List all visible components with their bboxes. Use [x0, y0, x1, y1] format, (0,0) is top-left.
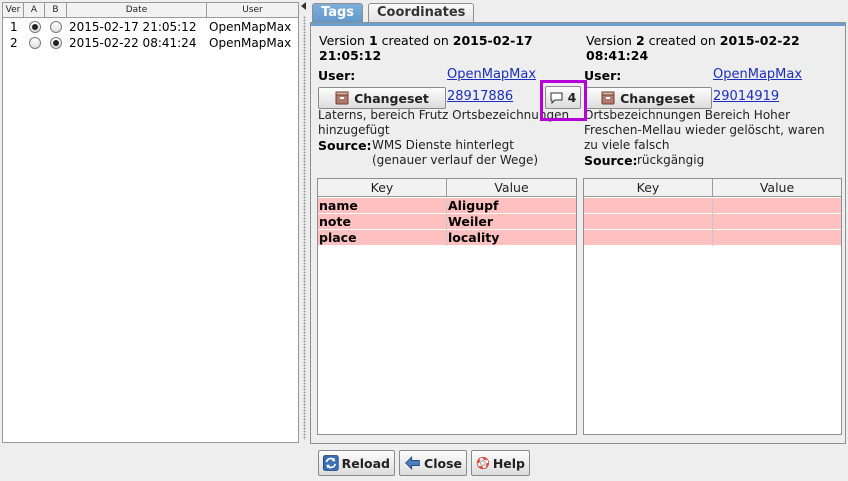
comments-button-highlight [540, 80, 587, 121]
left-changeset-link[interactable]: 28917886 [447, 89, 513, 104]
radio-b[interactable] [50, 37, 62, 49]
history-table: Ver A B Date User 1 2015-02-17 21:05:12 … [2, 2, 299, 443]
tag-key: place [319, 230, 357, 245]
reload-label: Reload [341, 455, 390, 471]
radio-a[interactable] [29, 37, 41, 49]
value-column-header[interactable]: Value [713, 179, 841, 197]
row-user: OpenMapMax [209, 36, 292, 50]
table-row[interactable]: place locality [318, 230, 576, 246]
col-header-ver[interactable]: Ver [3, 3, 24, 18]
right-user-link[interactable]: OpenMapMax [713, 67, 802, 82]
right-changeset-comment: Ortsbezeichnungen Bereich Hoher Freschen… [584, 108, 825, 152]
tag-key: name [319, 198, 358, 213]
tag-table-header: Key Value [584, 179, 841, 197]
right-source-value: rückgängig [637, 153, 705, 167]
row-date: 2015-02-17 21:05:12 [69, 20, 197, 34]
left-changeset-label: Changeset [354, 90, 429, 106]
row-version: 2 [10, 36, 18, 50]
tag-value: locality [448, 230, 500, 245]
column-divider [712, 198, 713, 246]
tab-coordinates[interactable]: Coordinates [368, 3, 475, 23]
right-user-label: User: [584, 68, 622, 83]
help-button[interactable]: Help [471, 450, 530, 476]
tab-tags[interactable]: Tags [312, 3, 364, 24]
tab-selection-bar [311, 23, 845, 26]
right-changeset-link[interactable]: 29014919 [713, 89, 779, 104]
close-arrow-icon [405, 456, 420, 470]
left-user-link[interactable]: OpenMapMax [447, 67, 536, 82]
key-column-header[interactable]: Key [318, 179, 447, 197]
right-changeset-button[interactable]: Changeset [584, 87, 712, 109]
left-changeset-button[interactable]: Changeset [318, 87, 446, 109]
changeset-box-icon [335, 91, 349, 105]
right-source-label: Source: [584, 153, 638, 168]
changeset-box-icon [601, 91, 615, 105]
history-row[interactable]: 2 2015-02-22 08:41:24 OpenMapMax [3, 35, 298, 51]
left-tag-table: Key Value name Aligupf note Weiler place… [317, 178, 577, 435]
column-divider [446, 198, 447, 246]
right-tag-table: Key Value [583, 178, 842, 435]
tag-key: note [319, 214, 351, 229]
reload-icon [323, 455, 339, 471]
right-changeset-label: Changeset [620, 90, 695, 106]
divider-grip[interactable] [303, 16, 306, 440]
col-header-a[interactable]: A [24, 3, 45, 18]
close-label: Close [424, 455, 462, 471]
history-table-header: Ver A B Date User [3, 3, 298, 18]
row-version: 1 [10, 20, 18, 34]
key-column-header[interactable]: Key [584, 179, 713, 197]
left-source-label: Source: [318, 138, 372, 153]
radio-b[interactable] [50, 21, 62, 33]
tag-value: Aligupf [448, 198, 499, 213]
table-row[interactable]: note Weiler [318, 214, 576, 230]
left-changeset-comment: Laterns, bereich Frutz Ortsbezeichnungen… [318, 108, 570, 137]
help-label: Help [492, 455, 525, 471]
collapse-left-arrow-icon[interactable] [301, 2, 306, 10]
col-header-date[interactable]: Date [67, 3, 207, 18]
tag-table-header: Key Value [318, 179, 576, 197]
row-user: OpenMapMax [209, 20, 292, 34]
history-row[interactable]: 1 2015-02-17 21:05:12 OpenMapMax [3, 19, 298, 35]
reload-button[interactable]: Reload [318, 450, 395, 476]
value-column-header[interactable]: Value [447, 179, 576, 197]
col-header-user[interactable]: User [207, 3, 298, 18]
left-source-value: WMS Dienste hinterlegt (genauer verlauf … [372, 138, 539, 167]
radio-a[interactable] [29, 21, 41, 33]
left-version-title: Version 1 created on 2015-02-17 21:05:12 [319, 33, 533, 63]
row-date: 2015-02-22 08:41:24 [69, 36, 197, 50]
col-header-b[interactable]: B [45, 3, 67, 18]
left-user-label: User: [318, 68, 356, 83]
table-row[interactable]: name Aligupf [318, 198, 576, 214]
split-pane-divider[interactable] [300, 0, 310, 443]
tag-value: Weiler [448, 214, 494, 229]
right-version-title: Version 2 created on 2015-02-22 08:41:24 [586, 33, 800, 63]
lifebuoy-icon [476, 456, 490, 470]
close-button[interactable]: Close [399, 450, 467, 476]
